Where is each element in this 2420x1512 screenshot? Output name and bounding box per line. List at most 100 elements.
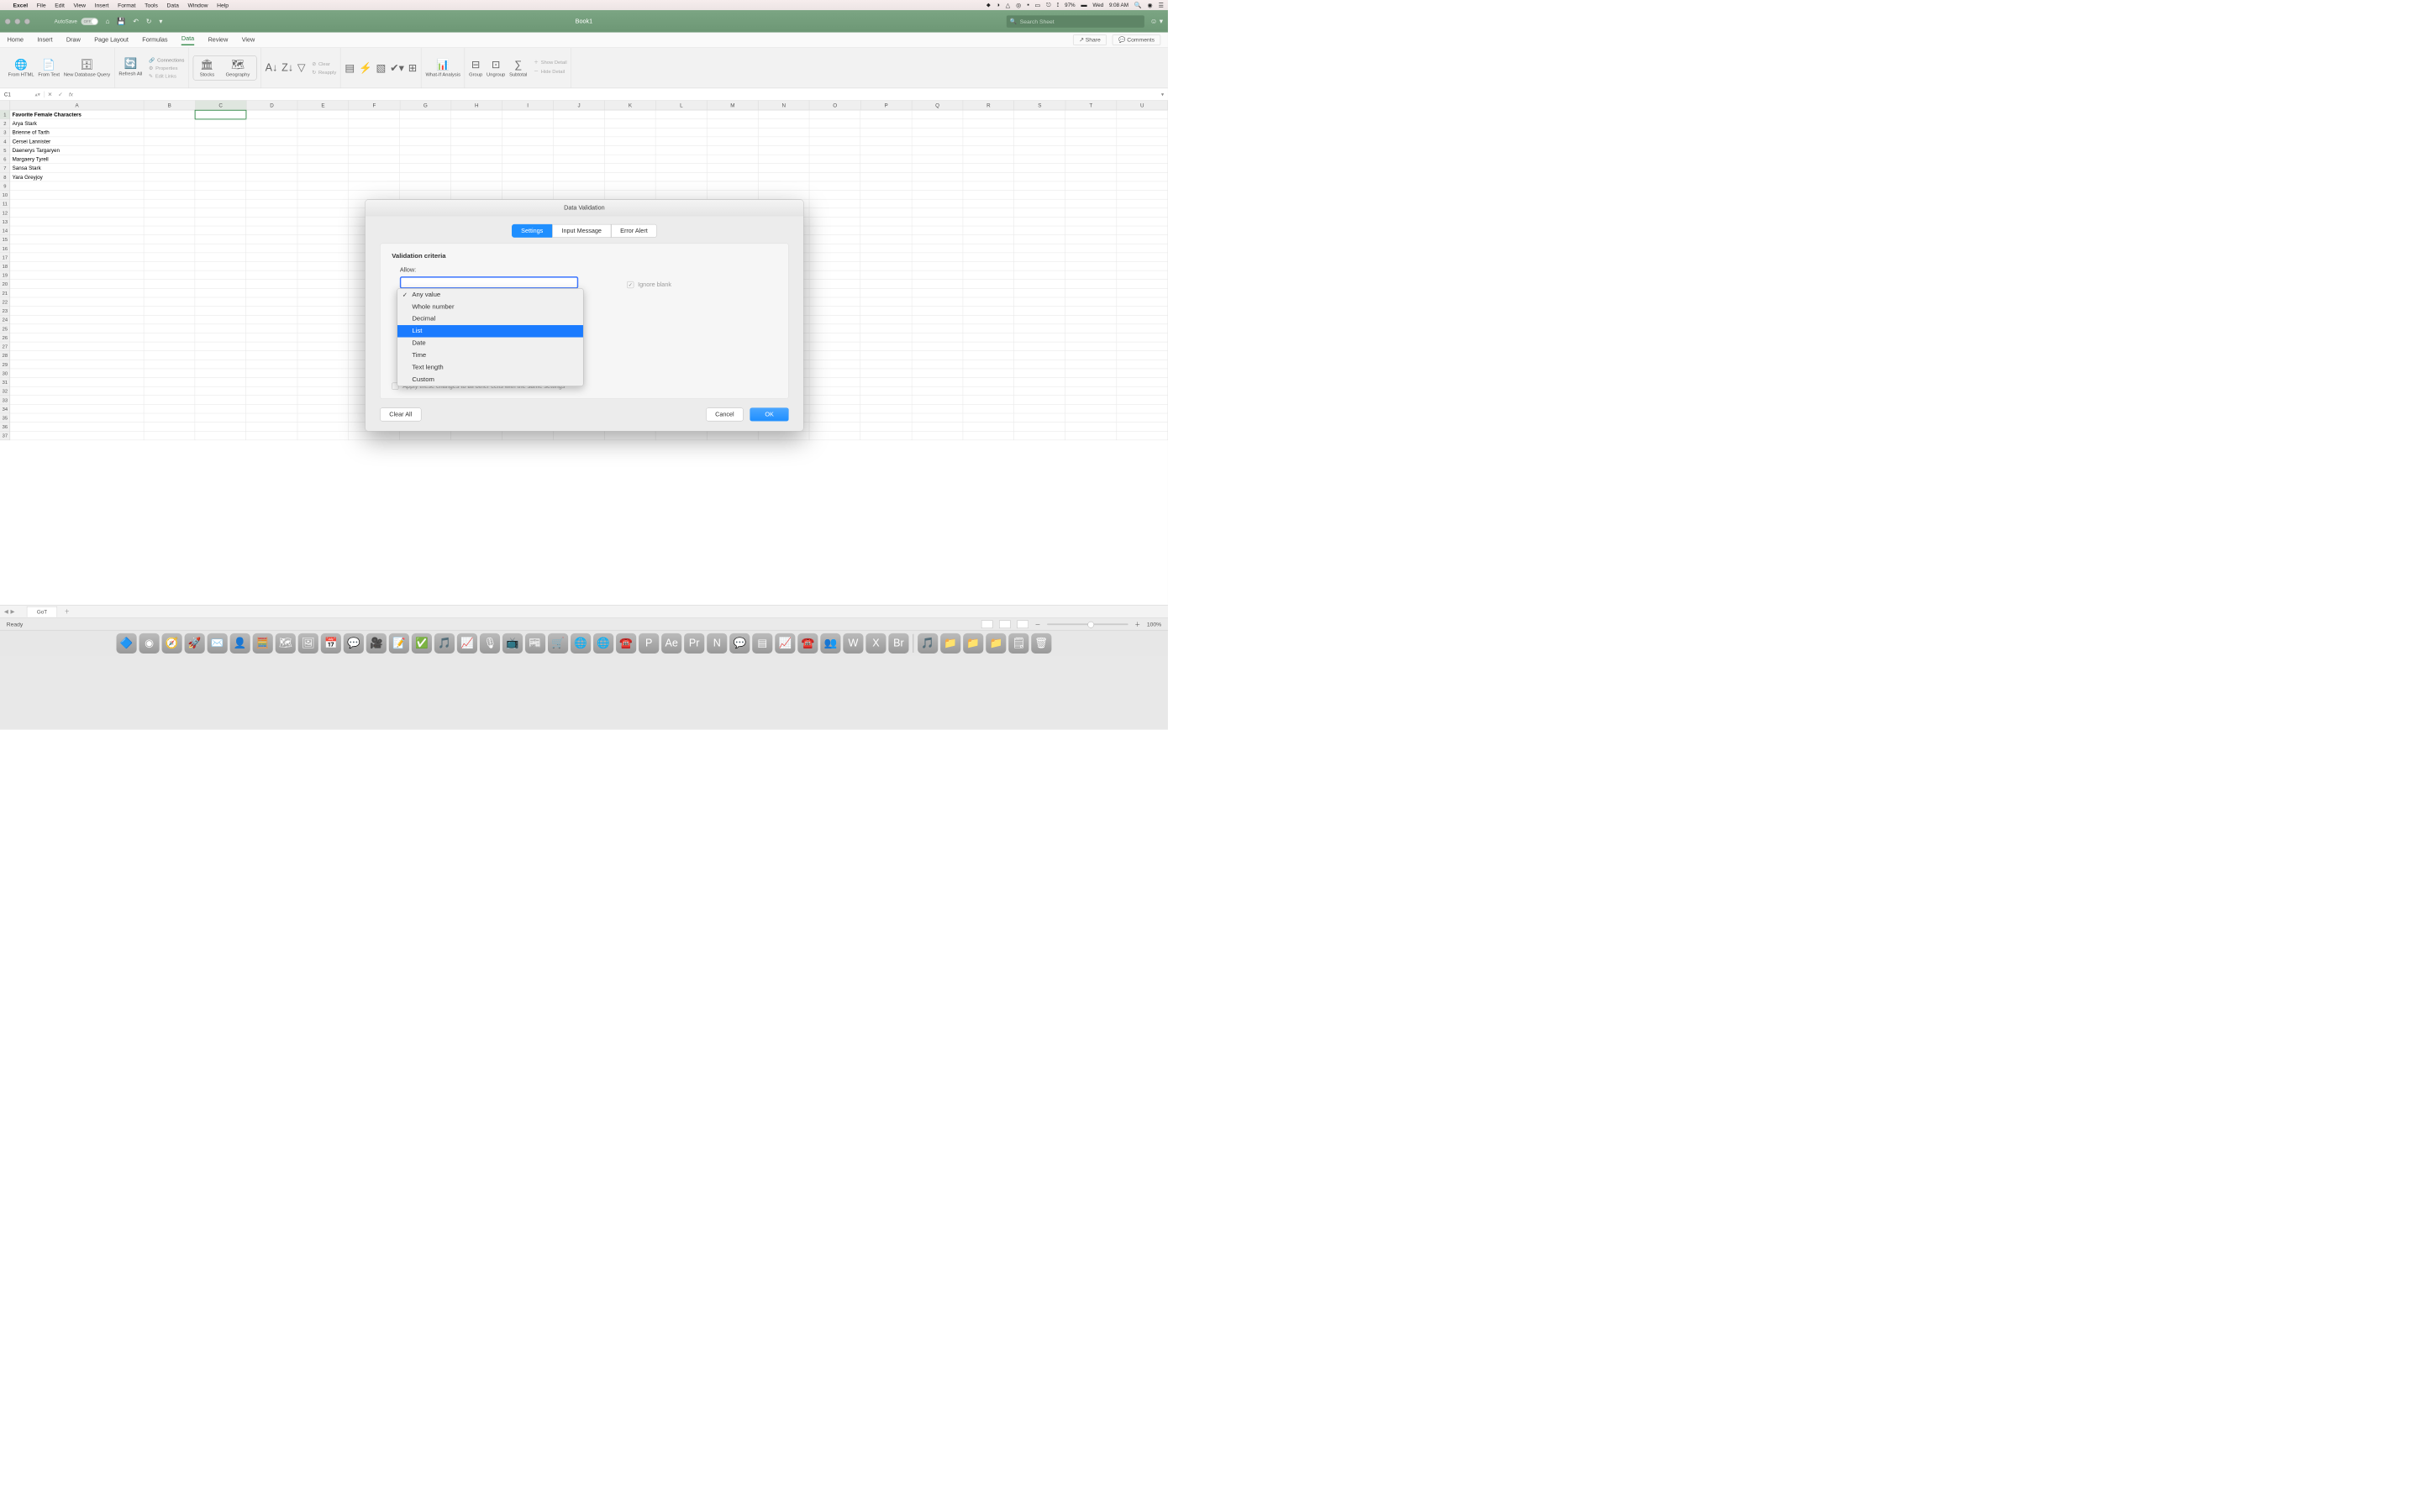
cell[interactable] <box>860 280 912 289</box>
cell[interactable] <box>144 119 195 129</box>
dock-stocks-icon[interactable]: 📈 <box>457 633 477 654</box>
zoom-slider[interactable] <box>1047 623 1128 625</box>
cell[interactable] <box>912 218 963 227</box>
cell[interactable] <box>1065 208 1117 218</box>
cell[interactable] <box>1117 235 1168 244</box>
cell[interactable] <box>809 369 860 378</box>
menu-help[interactable]: Help <box>217 2 229 8</box>
ungroup-button[interactable]: ⊡Ungroup <box>487 58 505 77</box>
cell[interactable] <box>1065 333 1117 343</box>
cell[interactable] <box>10 405 144 414</box>
cell[interactable] <box>1014 280 1065 289</box>
cell[interactable] <box>144 315 195 324</box>
cell[interactable] <box>963 137 1014 146</box>
dock-facetime-icon[interactable]: 🎥 <box>366 633 387 654</box>
cell[interactable] <box>246 146 297 155</box>
cell[interactable] <box>195 307 246 316</box>
cell[interactable] <box>605 173 656 182</box>
cell[interactable] <box>10 378 144 387</box>
cell[interactable] <box>860 413 912 423</box>
cell[interactable] <box>1065 297 1117 307</box>
cell[interactable] <box>349 164 400 173</box>
ok-button[interactable]: OK <box>750 407 788 421</box>
cell[interactable] <box>195 431 246 440</box>
cell[interactable] <box>809 181 860 191</box>
cell[interactable] <box>400 155 451 164</box>
cell[interactable] <box>963 315 1014 324</box>
menu-window[interactable]: Window <box>187 2 208 8</box>
cell[interactable] <box>144 262 195 271</box>
row-header[interactable]: 33 <box>0 396 10 405</box>
remove-dup-button[interactable]: ▧ <box>376 61 386 74</box>
cell[interactable] <box>144 405 195 414</box>
cell[interactable] <box>963 253 1014 262</box>
allow-option-any-value[interactable]: Any value <box>397 289 583 301</box>
cell[interactable] <box>195 110 246 119</box>
cell[interactable] <box>912 208 963 218</box>
cell[interactable] <box>195 146 246 155</box>
cell[interactable] <box>912 235 963 244</box>
dock-mail-icon[interactable]: ✉️ <box>208 633 228 654</box>
cell[interactable] <box>195 218 246 227</box>
cell[interactable] <box>1117 253 1168 262</box>
cell[interactable] <box>246 413 297 423</box>
cell[interactable] <box>809 360 860 370</box>
cell[interactable] <box>809 164 860 173</box>
cell[interactable] <box>860 226 912 235</box>
cell[interactable] <box>10 324 144 333</box>
allow-option-date[interactable]: Date <box>397 338 583 349</box>
cell[interactable] <box>1117 173 1168 182</box>
cell[interactable] <box>758 110 809 119</box>
cell[interactable] <box>1065 146 1117 155</box>
cell[interactable] <box>400 129 451 138</box>
cell[interactable] <box>1065 173 1117 182</box>
cell[interactable] <box>349 431 400 440</box>
cell[interactable] <box>349 146 400 155</box>
cell[interactable] <box>554 119 605 129</box>
cell[interactable] <box>246 315 297 324</box>
cell[interactable] <box>605 431 656 440</box>
worksheet[interactable]: ABCDEFGHIJKLMNOPQRSTU 1Favorite Female C… <box>0 101 1168 605</box>
dock-bridge-icon[interactable]: Br <box>888 633 908 654</box>
cell[interactable] <box>1065 129 1117 138</box>
cell[interactable] <box>707 181 758 191</box>
cell[interactable] <box>1065 270 1117 280</box>
cell[interactable] <box>1014 386 1065 396</box>
cell[interactable] <box>144 342 195 351</box>
cell[interactable] <box>860 333 912 343</box>
cell[interactable] <box>297 253 349 262</box>
cell[interactable] <box>10 199 144 208</box>
cell[interactable] <box>349 155 400 164</box>
close-window-button[interactable] <box>5 18 11 24</box>
cell[interactable] <box>195 351 246 360</box>
column-header-L[interactable]: L <box>656 101 708 110</box>
cell[interactable] <box>809 235 860 244</box>
cell[interactable] <box>246 289 297 298</box>
cell[interactable] <box>10 191 144 200</box>
cell[interactable] <box>1117 413 1168 423</box>
cell[interactable] <box>1014 378 1065 387</box>
cell[interactable] <box>195 360 246 370</box>
cell[interactable] <box>10 226 144 235</box>
cell[interactable] <box>1014 405 1065 414</box>
cell[interactable] <box>195 235 246 244</box>
cell[interactable] <box>144 289 195 298</box>
dock-pr-icon[interactable]: Pr <box>684 633 704 654</box>
undo-icon[interactable]: ↶ <box>133 18 139 26</box>
cell[interactable] <box>10 297 144 307</box>
cell[interactable] <box>297 386 349 396</box>
cell[interactable] <box>246 173 297 182</box>
cell[interactable] <box>1014 431 1065 440</box>
cell[interactable] <box>195 129 246 138</box>
cell[interactable] <box>297 146 349 155</box>
cell[interactable] <box>195 262 246 271</box>
cell[interactable] <box>758 119 809 129</box>
row-header[interactable]: 27 <box>0 342 10 351</box>
fx-icon[interactable]: fx <box>66 92 76 97</box>
cell[interactable] <box>963 280 1014 289</box>
cell[interactable] <box>963 218 1014 227</box>
cell[interactable] <box>297 226 349 235</box>
cell[interactable] <box>1014 307 1065 316</box>
cell[interactable] <box>144 360 195 370</box>
column-header-U[interactable]: U <box>1117 101 1168 110</box>
